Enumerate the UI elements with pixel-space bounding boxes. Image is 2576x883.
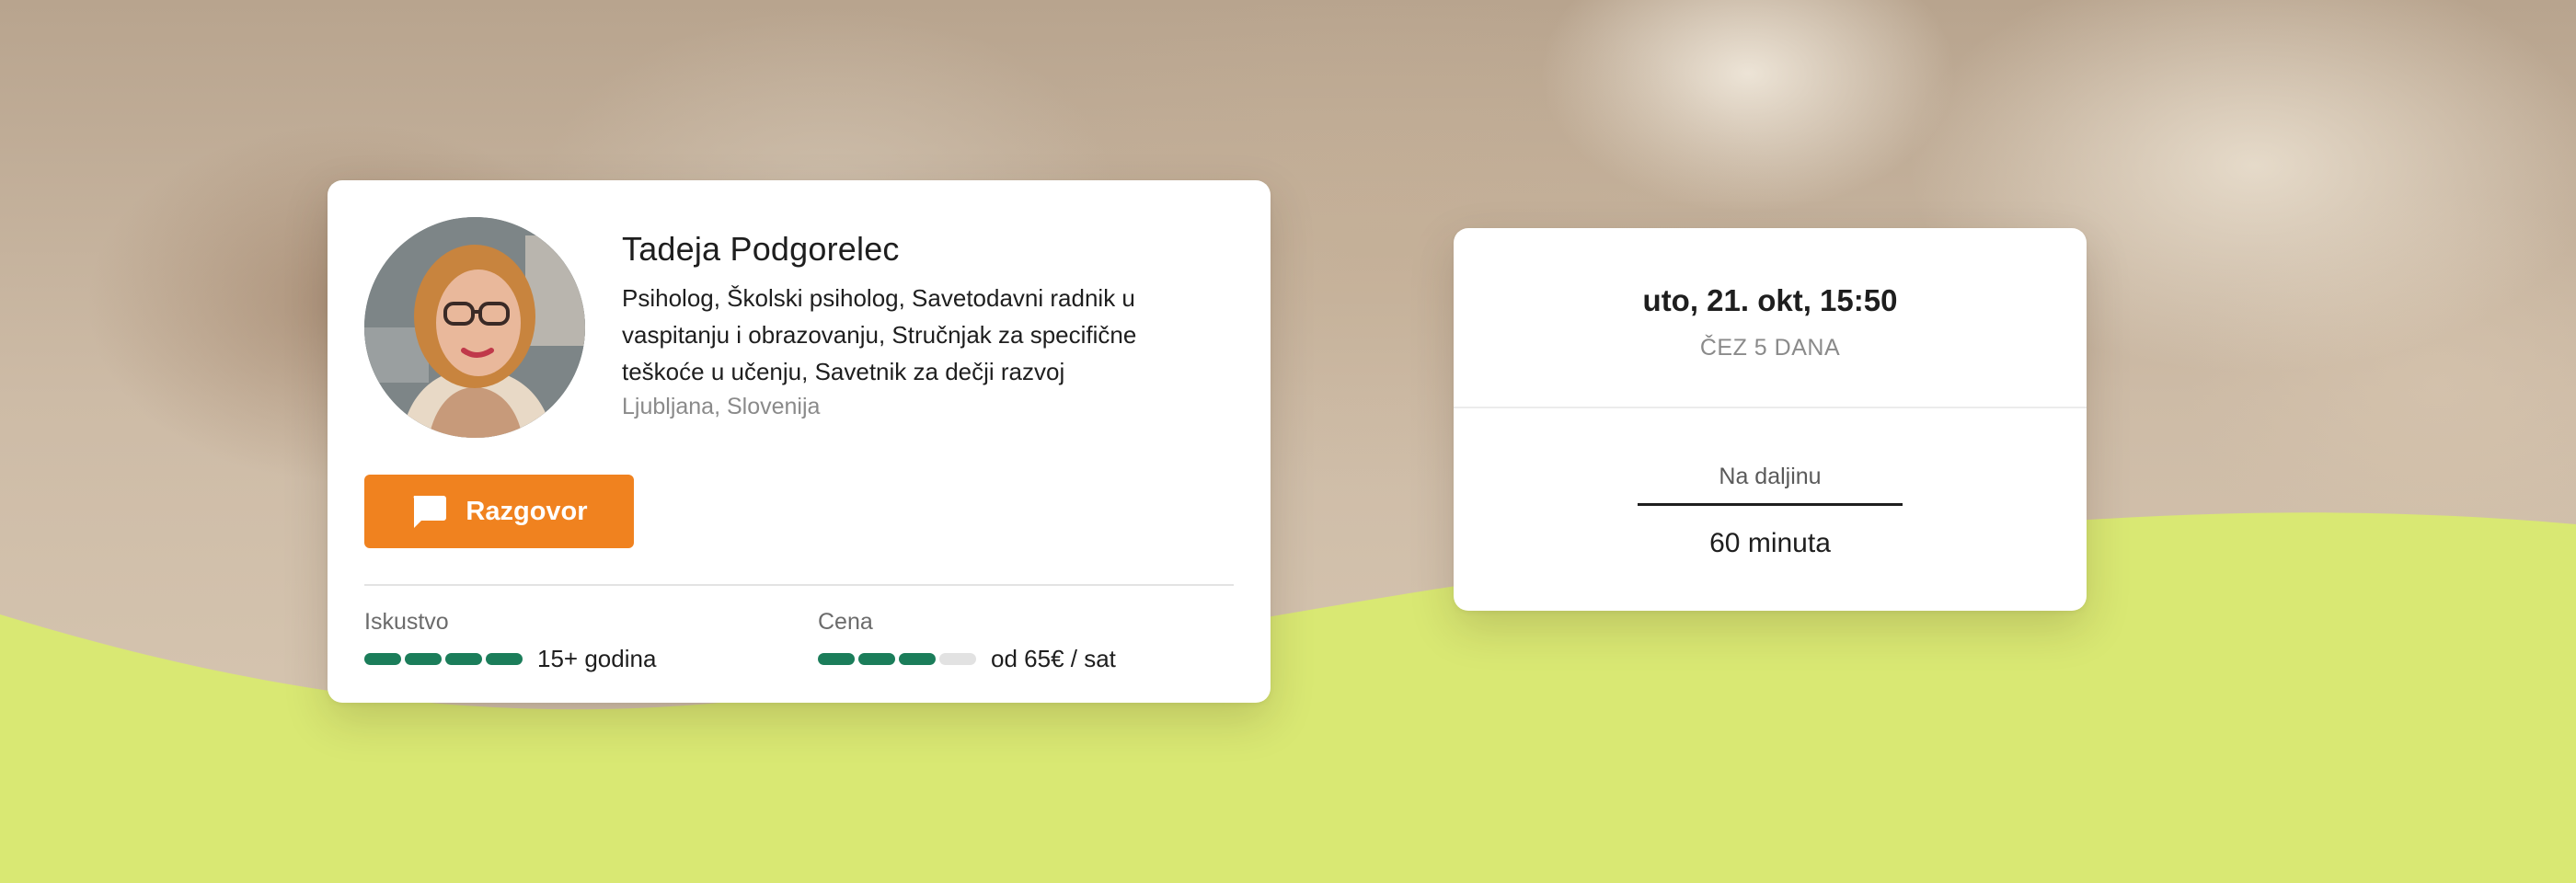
price-pill	[858, 652, 895, 665]
session-divider	[1454, 407, 2087, 408]
therapist-profile-card: Tadeja Podgorelec Psiholog, Školski psih…	[328, 180, 1271, 703]
therapist-name: Tadeja Podgorelec	[622, 230, 900, 268]
session-duration: 60 minuta	[1709, 528, 1831, 558]
price-label: Cena	[818, 609, 873, 635]
card-divider	[364, 584, 1234, 586]
experience-label: Iskustvo	[364, 609, 449, 635]
price-pill	[939, 652, 976, 665]
session-date: uto, 21. okt, 15:50	[1642, 283, 1898, 317]
chat-bubble-icon	[414, 496, 447, 528]
chat-button-label: Razgovor	[466, 496, 588, 526]
price-value: od 65€ / sat	[991, 644, 1116, 672]
experience-pill	[445, 652, 482, 665]
session-slot-card[interactable]: uto, 21. okt, 15:50 ČEZ 5 DANA Na daljin…	[1454, 228, 2087, 611]
session-mode-tab[interactable]: Na daljinu	[1638, 464, 1903, 506]
therapist-location: Ljubljana, Slovenija	[622, 394, 821, 419]
price-pill	[899, 652, 936, 665]
therapist-titles: Psiholog, Školski psiholog, Savetodavni …	[622, 284, 1137, 385]
chat-button[interactable]: Razgovor	[364, 475, 634, 548]
session-relative-time: ČEZ 5 DANA	[1699, 335, 1841, 361]
experience-pill	[486, 652, 523, 665]
price-pill	[818, 652, 855, 665]
avatar	[364, 217, 585, 438]
experience-pill	[364, 652, 401, 665]
price-rating: od 65€ / sat	[818, 645, 1116, 672]
experience-value: 15+ godina	[537, 644, 657, 672]
experience-rating: 15+ godina	[364, 645, 656, 672]
experience-pill	[405, 652, 442, 665]
